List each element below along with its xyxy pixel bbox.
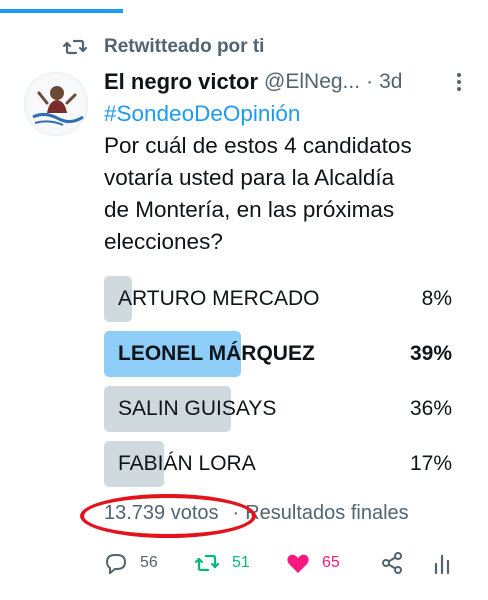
heart-icon (287, 554, 309, 573)
progress-fill (0, 9, 123, 13)
poll: ARTURO MERCADO 8% LEONEL MÁRQUEZ 39% SAL… (104, 276, 456, 496)
tweet-text-line: elecciones? (104, 229, 223, 254)
like-count: 65 (322, 554, 340, 571)
like-button[interactable]: 65 (286, 545, 340, 581)
loading-progress-bar (0, 0, 488, 14)
retweet-count: 51 (232, 554, 250, 571)
share-button[interactable] (380, 545, 404, 581)
poll-option-label: LEONEL MÁRQUEZ (118, 342, 315, 365)
poll-option-label: FABIÁN LORA (118, 452, 256, 475)
tweet-text-line: votaría usted para la Alcaldía (104, 165, 395, 190)
header-separator: · (366, 70, 374, 93)
poll-option-percent: 17% (409, 452, 452, 475)
retweet-icon (194, 554, 220, 572)
poll-meta: 13.739 votos · Resultados finales (80, 493, 409, 538)
retweet-banner[interactable]: Retwitteado por ti (62, 34, 264, 60)
poll-option: LEONEL MÁRQUEZ 39% (104, 331, 456, 377)
avatar[interactable] (24, 72, 88, 136)
poll-option: SALIN GUISAYS 36% (104, 386, 456, 432)
poll-option: ARTURO MERCADO 8% (104, 276, 456, 322)
retweet-banner-label: Retwitteado por ti (104, 36, 265, 57)
author-handle[interactable]: @ElNeg... (264, 70, 360, 94)
more-options-icon[interactable] (450, 70, 468, 94)
analytics-button[interactable] (432, 545, 452, 581)
tweet-text-line: de Montería, en las próximas (104, 197, 395, 222)
poll-status: Resultados finales (245, 501, 409, 524)
reply-button[interactable]: 56 (104, 545, 158, 581)
poll-option-label: ARTURO MERCADO (118, 287, 320, 310)
poll-vote-count-wrap: 13.739 votos (80, 493, 256, 538)
poll-meta-separator: · (232, 501, 240, 524)
share-icon (382, 552, 402, 574)
poll-option-label: SALIN GUISAYS (118, 397, 277, 420)
retweet-icon (62, 36, 88, 58)
author-name[interactable]: El negro victor (104, 69, 258, 95)
reply-icon (105, 554, 127, 574)
poll-option-percent: 39% (409, 342, 452, 365)
retweet-button[interactable]: 51 (194, 545, 250, 581)
poll-option-percent: 36% (409, 397, 452, 420)
hashtag-link[interactable]: #SondeoDeOpinión (104, 98, 474, 130)
poll-vote-count: 13.739 votos (104, 501, 219, 524)
reply-count: 56 (140, 554, 158, 571)
tweet-timestamp[interactable]: 3d (379, 70, 402, 94)
tweet-actions: 56 51 65 (104, 545, 464, 581)
tweet-header: El negro victor @ElNeg... · 3d (104, 66, 468, 98)
poll-option: FABIÁN LORA 17% (104, 441, 456, 487)
tweet-text-line: Por cuál de estos 4 candidatos (104, 133, 412, 158)
analytics-icon (434, 554, 450, 575)
poll-option-percent: 8% (421, 287, 452, 310)
tweet-text: #SondeoDeOpinión Por cuál de estos 4 can… (104, 98, 474, 258)
